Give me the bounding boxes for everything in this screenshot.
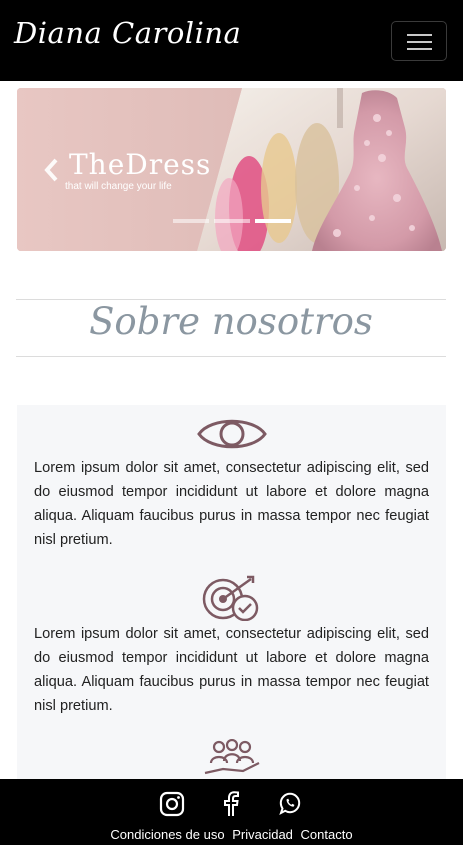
team-hand-icon bbox=[204, 739, 260, 775]
footer: Condiciones de uso Privacidad Contacto bbox=[0, 779, 463, 845]
footer-link-privacy[interactable]: Privacidad bbox=[232, 827, 293, 842]
footer-links: Condiciones de uso Privacidad Contacto bbox=[0, 827, 463, 842]
hamburger-icon-line bbox=[407, 41, 432, 43]
target-check-icon bbox=[202, 575, 259, 621]
hero-carousel[interactable]: TheDress that will change your life bbox=[17, 88, 446, 251]
hamburger-icon-line bbox=[407, 48, 432, 50]
footer-link-contact[interactable]: Contacto bbox=[301, 827, 353, 842]
facebook-icon[interactable] bbox=[218, 791, 244, 817]
instagram-icon[interactable] bbox=[159, 791, 185, 817]
about-paragraph-2: Lorem ipsum dolor sit amet, consectetur … bbox=[34, 626, 429, 714]
carousel-indicators bbox=[173, 219, 291, 223]
about-card: Lorem ipsum dolor sit amet, consectetur … bbox=[17, 405, 446, 779]
whatsapp-icon[interactable] bbox=[277, 791, 303, 817]
menu-toggle-button[interactable] bbox=[391, 21, 447, 61]
hero-title: TheDress bbox=[69, 148, 212, 181]
section-title: Sobre nosotros bbox=[89, 300, 373, 343]
hamburger-icon bbox=[407, 34, 432, 36]
brand-logo[interactable]: Diana Carolina bbox=[14, 16, 241, 50]
carousel-indicator-1[interactable] bbox=[173, 219, 209, 223]
about-paragraph-1: Lorem ipsum dolor sit amet, consectetur … bbox=[34, 460, 429, 548]
carousel-indicator-2[interactable] bbox=[214, 219, 250, 223]
hero-subtitle: that will change your life bbox=[65, 181, 172, 192]
footer-link-terms[interactable]: Condiciones de uso bbox=[110, 827, 224, 842]
carousel-indicator-3[interactable] bbox=[255, 219, 291, 223]
navbar: Diana Carolina bbox=[0, 0, 463, 81]
divider-bottom bbox=[16, 356, 446, 357]
eye-icon bbox=[197, 419, 267, 449]
chevron-left-icon[interactable] bbox=[39, 154, 63, 186]
